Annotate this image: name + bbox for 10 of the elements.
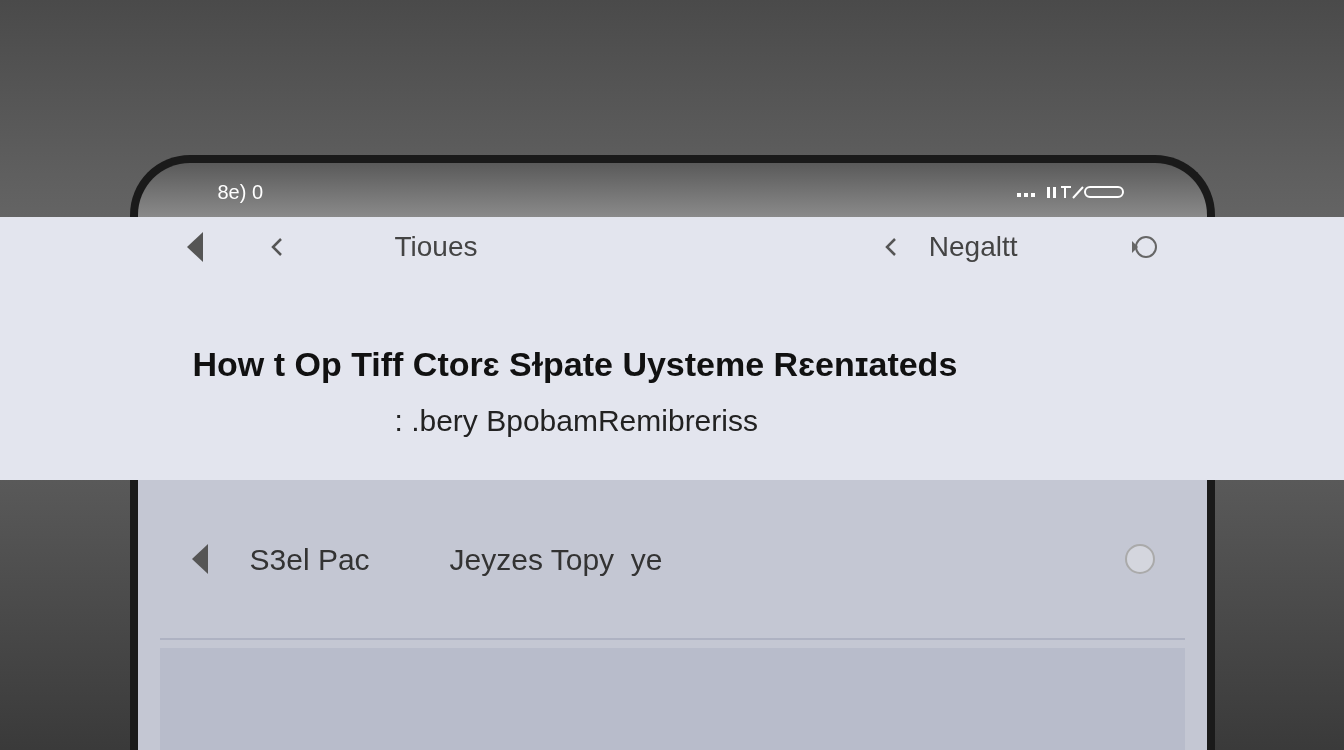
- row-value: Jeyzes Topy ye: [449, 541, 663, 578]
- list-row[interactable]: S3el Pac Jeyzes Topy ye: [159, 480, 1185, 640]
- header-label: Negaltt: [928, 230, 1018, 264]
- header-title: Tioues: [394, 230, 478, 264]
- article-subtitle: : .bery BpobamRemibreriss: [393, 403, 759, 439]
- status-icons-icon: [1016, 184, 1127, 200]
- article-headline: How t Op Tiff Ctorɛ Sɫpate Uysteme Rɛenɪateds: [191, 344, 959, 385]
- status-time: 8e) 0: [217, 180, 264, 205]
- row-label: S3el Pac: [249, 541, 370, 578]
- radio-button[interactable]: [1124, 544, 1155, 574]
